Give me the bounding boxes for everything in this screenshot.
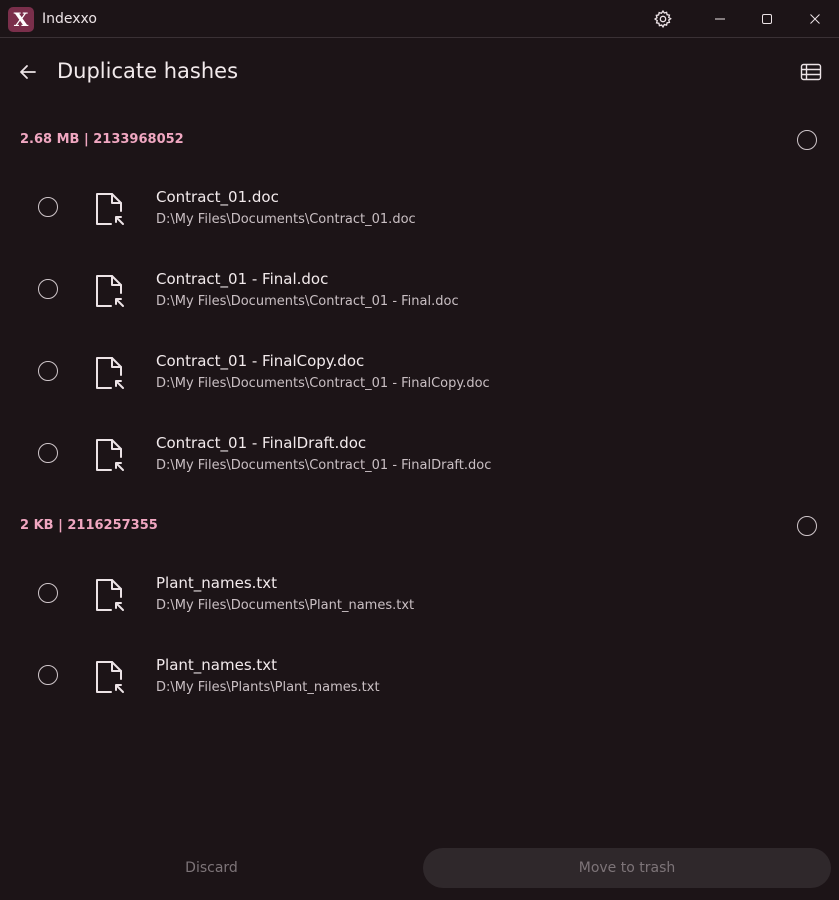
- file-shortcut-icon: [96, 579, 124, 611]
- app-title: Indexxo: [42, 11, 97, 27]
- maximize-icon: [762, 14, 772, 24]
- file-shortcut-icon: [96, 275, 124, 307]
- file-select-radio[interactable]: [38, 197, 58, 217]
- file-path: D:\My Files\Plants\Plant_names.txt: [156, 680, 380, 695]
- file-path: D:\My Files\Documents\Contract_01 - Fina…: [156, 458, 492, 473]
- file-select-radio[interactable]: [38, 443, 58, 463]
- discard-button[interactable]: Discard: [0, 848, 423, 888]
- file-path: D:\My Files\Documents\Contract_01 - Fina…: [156, 376, 490, 391]
- view-toggle-button[interactable]: [797, 58, 825, 86]
- close-button[interactable]: [792, 0, 838, 38]
- gear-icon: [653, 9, 672, 29]
- file-select-radio[interactable]: [38, 361, 58, 381]
- file-row[interactable]: Contract_01.doc D:\My Files\Documents\Co…: [0, 168, 839, 250]
- file-name: Contract_01 - FinalDraft.doc: [156, 434, 367, 452]
- minimize-button[interactable]: [697, 0, 743, 38]
- file-select-radio[interactable]: [38, 279, 58, 299]
- group-header: 2 KB | 2116257355: [20, 518, 158, 533]
- group-select-checkbox[interactable]: [797, 130, 817, 150]
- page-title: Duplicate hashes: [57, 59, 239, 83]
- file-select-radio[interactable]: [38, 583, 58, 603]
- file-row[interactable]: Plant_names.txt D:\My Files\Plants\Plant…: [0, 636, 839, 718]
- file-path: D:\My Files\Documents\Plant_names.txt: [156, 598, 415, 613]
- settings-button[interactable]: [640, 0, 686, 38]
- file-name: Contract_01 - FinalCopy.doc: [156, 352, 365, 370]
- file-shortcut-icon: [96, 661, 124, 693]
- file-select-radio[interactable]: [38, 665, 58, 685]
- group-header: 2.68 MB | 2133968052: [20, 132, 184, 147]
- app-logo-icon: X: [8, 7, 34, 32]
- maximize-button[interactable]: [744, 0, 790, 38]
- file-path: D:\My Files\Documents\Contract_01 - Fina…: [156, 294, 459, 309]
- back-button[interactable]: [14, 58, 42, 86]
- file-name: Plant_names.txt: [156, 656, 278, 674]
- file-shortcut-icon: [96, 357, 124, 389]
- title-bar: X Indexxo: [0, 0, 839, 38]
- move-to-trash-button[interactable]: Move to trash: [423, 848, 831, 888]
- file-row[interactable]: Contract_01 - FinalCopy.doc D:\My Files\…: [0, 332, 839, 414]
- file-name: Plant_names.txt: [156, 574, 278, 592]
- minimize-icon: [715, 18, 725, 20]
- file-shortcut-icon: [96, 193, 124, 225]
- arrow-left-icon: [20, 65, 36, 79]
- file-name: Contract_01 - Final.doc: [156, 270, 329, 288]
- file-row[interactable]: Contract_01 - FinalDraft.doc D:\My Files…: [0, 414, 839, 496]
- file-shortcut-icon: [96, 439, 124, 471]
- file-name: Contract_01.doc: [156, 188, 279, 206]
- list-view-icon: [800, 63, 822, 81]
- file-row[interactable]: Plant_names.txt D:\My Files\Documents\Pl…: [0, 554, 839, 636]
- group-select-checkbox[interactable]: [797, 516, 817, 536]
- file-row[interactable]: Contract_01 - Final.doc D:\My Files\Docu…: [0, 250, 839, 332]
- close-icon: [810, 14, 820, 24]
- file-path: D:\My Files\Documents\Contract_01.doc: [156, 212, 416, 227]
